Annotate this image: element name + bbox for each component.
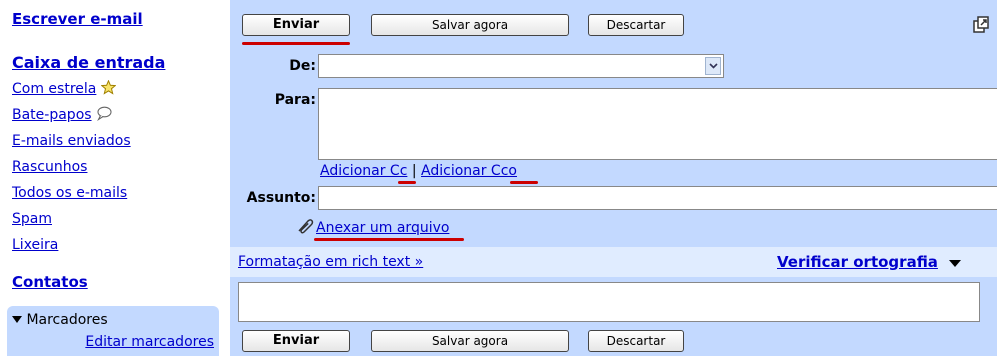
sidebar-item-chats[interactable]: Bate-papos: [12, 102, 165, 128]
sidebar-item-all-mail[interactable]: Todos os e-mails: [12, 180, 165, 206]
send-button[interactable]: Enviar: [242, 330, 350, 352]
sidebar: Escrever e-mail Caixa de entrada Com est…: [0, 0, 226, 356]
labels-panel: Marcadores Editar marcadores: [7, 306, 219, 356]
chevron-down-icon[interactable]: [705, 57, 721, 75]
labels-header: Marcadores: [26, 312, 108, 328]
sidebar-item-label[interactable]: Caixa de entrada: [12, 53, 165, 72]
attach-file-link[interactable]: Anexar um arquivo: [316, 220, 449, 236]
star-icon: [100, 79, 117, 97]
save-now-button[interactable]: Salvar agora: [371, 330, 569, 352]
highlight-underline: [398, 181, 416, 184]
sidebar-item-spam[interactable]: Spam: [12, 206, 165, 232]
sidebar-item-label[interactable]: Spam: [12, 211, 52, 227]
sidebar-item-inbox[interactable]: Caixa de entrada: [12, 50, 165, 76]
compose-email-link[interactable]: Escrever e-mail: [12, 10, 143, 28]
highlight-underline: [242, 42, 350, 45]
chat-bubble-icon: [96, 106, 112, 123]
sidebar-item-starred[interactable]: Com estrela: [12, 76, 165, 102]
sidebar-item-label[interactable]: Bate-papos: [12, 107, 92, 123]
nav-list: Caixa de entrada Com estrela Bate-papos …: [12, 50, 165, 258]
paperclip-icon: [296, 218, 314, 238]
add-cc-link[interactable]: Adicionar Cc: [320, 163, 407, 179]
sidebar-item-drafts[interactable]: Rascunhos: [12, 154, 165, 180]
highlight-underline: [314, 238, 464, 241]
formatting-bar: Formatação em rich text » Verificar orto…: [230, 247, 997, 277]
sidebar-item-label[interactable]: Rascunhos: [12, 159, 87, 175]
triangle-down-icon[interactable]: [949, 254, 962, 272]
edit-labels-link[interactable]: Editar marcadores: [85, 334, 214, 350]
rich-text-link[interactable]: Formatação em rich text »: [238, 254, 423, 270]
sidebar-item-label[interactable]: Com estrela: [12, 81, 96, 97]
sidebar-item-label[interactable]: Lixeira: [12, 237, 58, 253]
discard-button[interactable]: Descartar: [588, 14, 684, 36]
spellcheck-control[interactable]: Verificar ortografia: [777, 253, 962, 272]
to-label: Para:: [274, 92, 316, 108]
subject-field[interactable]: [318, 186, 997, 210]
message-body[interactable]: [238, 282, 980, 322]
contacts-link[interactable]: Contatos: [12, 273, 88, 291]
spellcheck-link[interactable]: Verificar ortografia: [777, 253, 938, 271]
triangle-down-icon: [12, 312, 26, 328]
save-now-button[interactable]: Salvar agora: [371, 14, 569, 36]
from-label: De:: [289, 58, 316, 74]
popout-icon[interactable]: [973, 16, 989, 34]
to-field[interactable]: [318, 88, 997, 160]
sidebar-item-trash[interactable]: Lixeira: [12, 232, 165, 258]
compose-panel: Enviar Salvar agora Descartar De: Para: …: [230, 0, 997, 356]
add-recipient-links: Adicionar Cc | Adicionar Cco: [320, 163, 517, 179]
sidebar-item-label[interactable]: E-mails enviados: [12, 133, 131, 149]
add-bcc-link[interactable]: Adicionar Cco: [421, 163, 517, 179]
attach-file[interactable]: Anexar um arquivo: [296, 218, 449, 238]
labels-toggle[interactable]: Marcadores: [12, 312, 108, 328]
highlight-underline: [510, 181, 538, 184]
sidebar-item-label[interactable]: Todos os e-mails: [12, 185, 127, 201]
from-select[interactable]: [318, 54, 724, 78]
send-button[interactable]: Enviar: [242, 14, 350, 36]
subject-label: Assunto:: [246, 190, 316, 206]
sidebar-item-sent[interactable]: E-mails enviados: [12, 128, 165, 154]
discard-button[interactable]: Descartar: [588, 330, 684, 352]
link-separator: |: [411, 163, 417, 179]
